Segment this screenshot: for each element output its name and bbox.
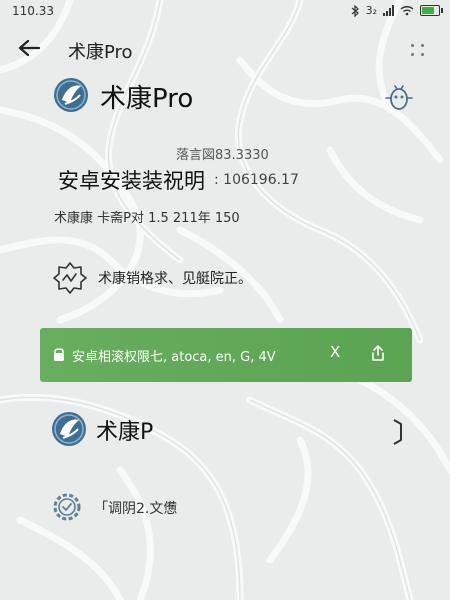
battery-level [422, 7, 434, 14]
more-options-button[interactable] [408, 40, 432, 64]
settings-gear-icon [53, 493, 81, 521]
back-button[interactable] [14, 34, 44, 62]
signal-label: 3₂ [365, 4, 377, 17]
alert-badge-icon [53, 262, 87, 294]
version-line: 落言図83.3330 [176, 148, 269, 163]
scan-bracket-icon[interactable] [390, 418, 404, 446]
status-icons: 3₂ [350, 4, 443, 17]
share-icon[interactable] [370, 344, 386, 362]
bluetooth-icon [351, 4, 359, 17]
status-bar: 110.33 3₂ [0, 0, 450, 26]
debug-button[interactable] [382, 80, 416, 114]
install-guide-title: 安卓安装装祝明 [58, 169, 205, 193]
notice-text: 术康销格求、见艇院正。 [98, 271, 252, 287]
permission-banner[interactable]: 安卓相滚权限七, atoca, en, G, 4V X [40, 328, 412, 382]
page-title: 术康Pro [68, 42, 133, 63]
install-code: : 106196.17 [214, 172, 299, 188]
app-meta-line: 术康康 卡斋P对 1.5 211年 150 [54, 211, 240, 226]
back-arrow-icon [18, 39, 40, 57]
battery-icon [420, 5, 443, 16]
wifi-icon [400, 6, 414, 16]
settings-row-text[interactable]: 「调阴2.文憊 [94, 498, 177, 518]
secondary-app-name: 术康P [96, 420, 154, 445]
app-name: 术康Pro [100, 84, 194, 114]
permission-banner-text: 安卓相滚权限七, atoca, en, G, 4V [72, 350, 276, 365]
app-logo-icon [54, 78, 88, 112]
signal-icon [383, 5, 394, 16]
app-logo-icon [52, 412, 86, 446]
bug-icon [385, 85, 413, 110]
screen: 110.33 3₂ 术康Pro 术康Pro 落言図83.3330 安卓安装装祝明… [0, 0, 450, 600]
banner-close-button[interactable]: X [330, 343, 340, 361]
lock-icon [54, 348, 64, 361]
status-time: 110.33 [12, 4, 54, 18]
